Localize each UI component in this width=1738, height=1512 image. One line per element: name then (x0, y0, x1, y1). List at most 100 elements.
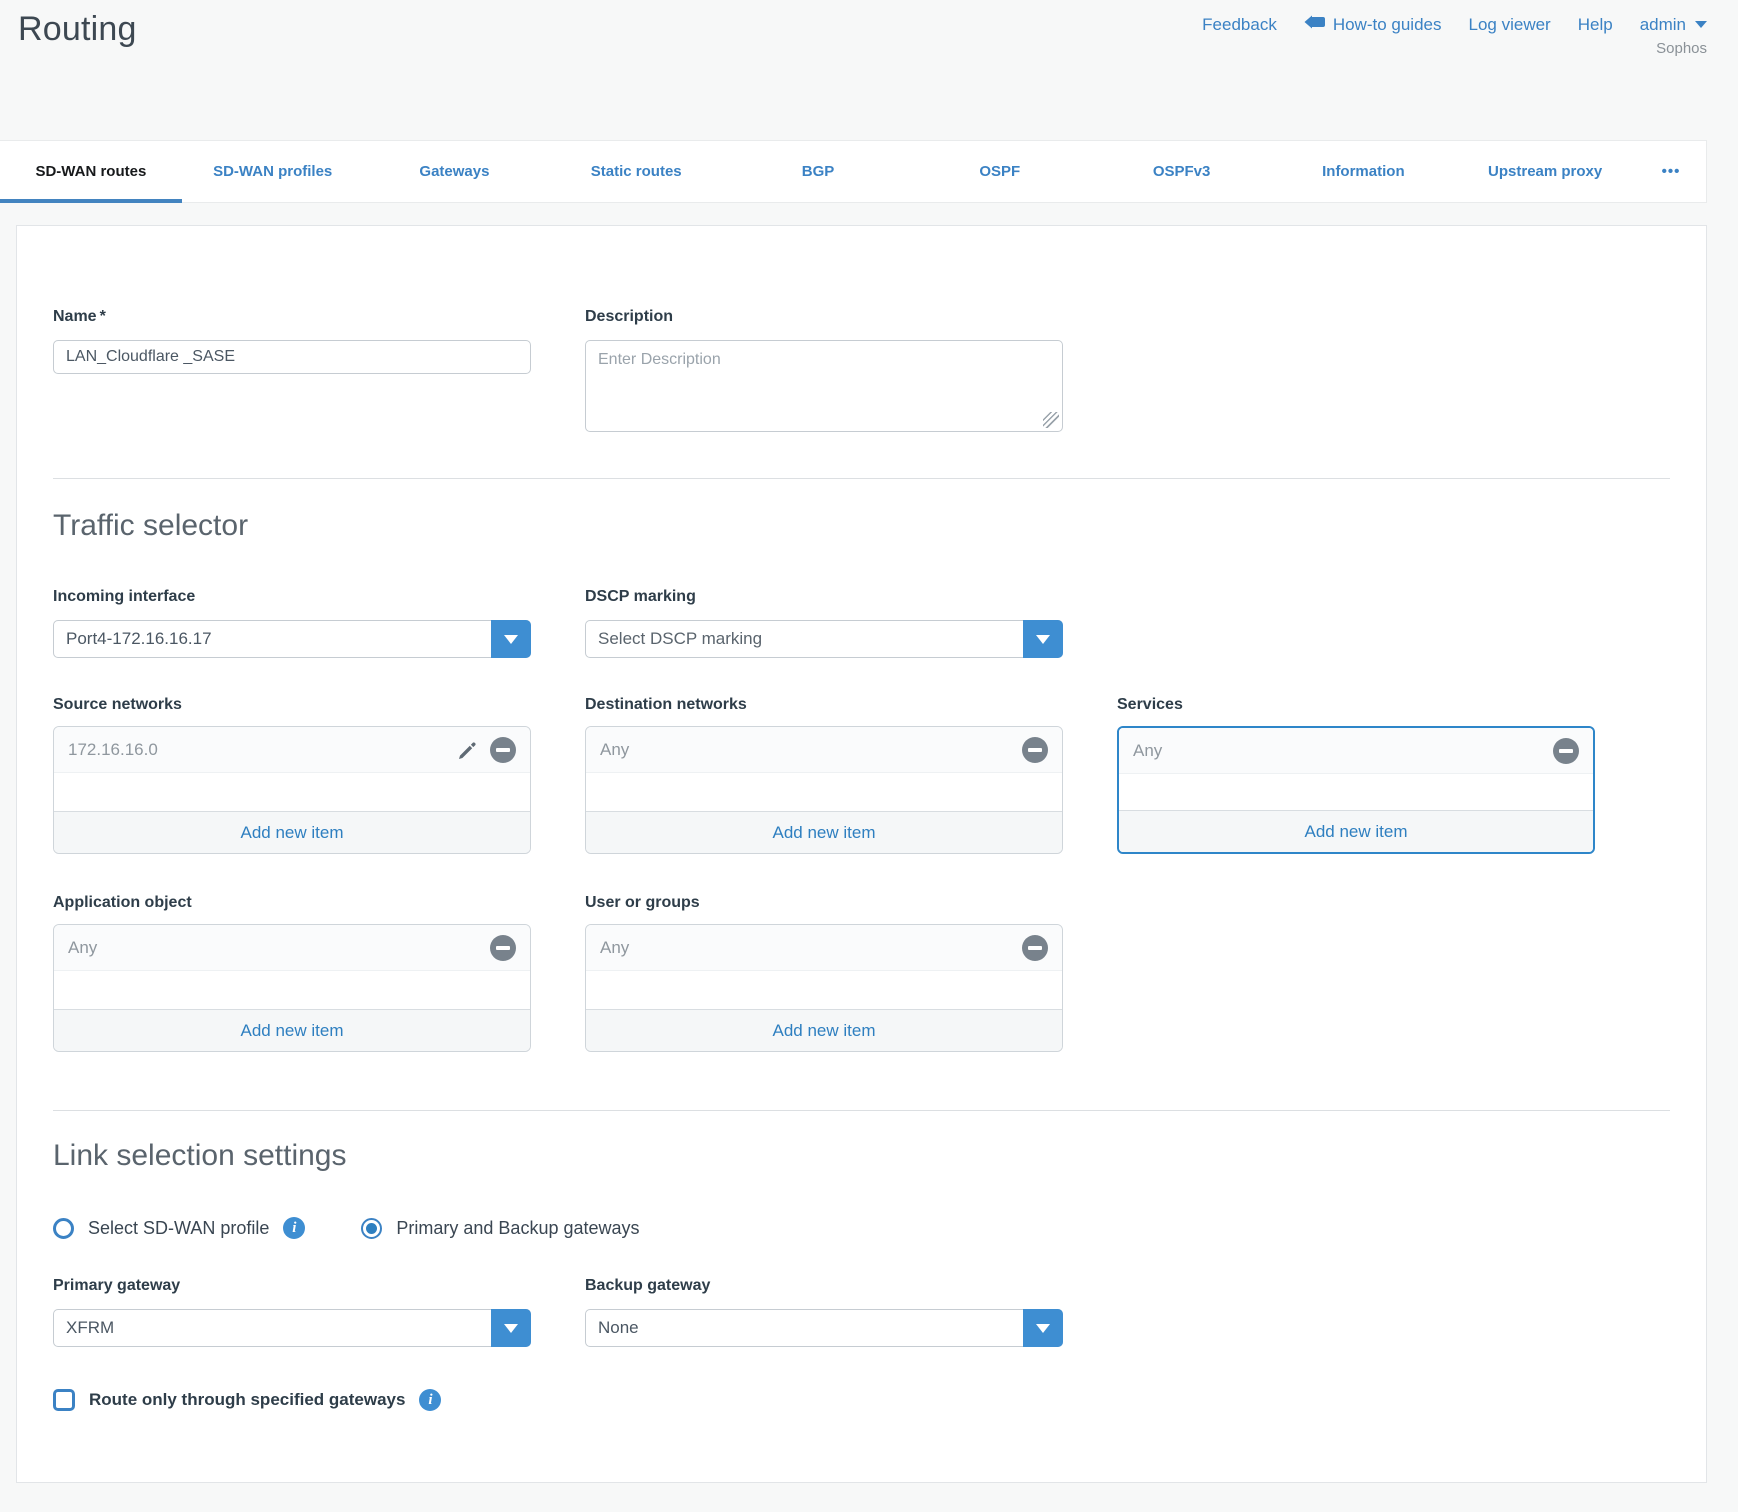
application-object-label: Application object (53, 894, 531, 912)
feedback-link[interactable]: Feedback (1202, 15, 1277, 35)
tab-ospf[interactable]: OSPF (909, 141, 1091, 202)
user-or-groups-listbox: Any Add new item (585, 924, 1063, 1052)
services-listbox: Any Add new item (1117, 726, 1595, 854)
feedback-link-label: Feedback (1202, 15, 1277, 35)
list-item: 172.16.16.0 (54, 727, 530, 773)
remove-item-icon[interactable] (490, 737, 516, 763)
tab-sd-wan-routes[interactable]: SD-WAN routes (0, 141, 182, 202)
name-input[interactable] (53, 340, 531, 374)
sdwan-profile-radio-option[interactable]: Select SD-WAN profile i (53, 1217, 305, 1239)
backup-gateway-value: None (598, 1318, 639, 1338)
primary-backup-radio-option[interactable]: Primary and Backup gateways (361, 1218, 639, 1239)
header-links: Feedback How-to guides Log viewer Help a… (1202, 14, 1707, 35)
remove-item-icon[interactable] (1022, 737, 1048, 763)
dropdown-arrow-icon (491, 1309, 531, 1347)
tab-bgp[interactable]: BGP (727, 141, 909, 202)
traffic-selector-title: Traffic selector (53, 509, 1670, 543)
dscp-marking-select[interactable]: Select DSCP marking (585, 620, 1063, 658)
dropdown-arrow-icon (1023, 620, 1063, 658)
chevron-down-icon (1695, 21, 1707, 28)
list-item-text: Any (600, 740, 629, 760)
log-viewer-link[interactable]: Log viewer (1469, 15, 1551, 35)
route-only-checkbox-label: Route only through specified gateways (89, 1390, 405, 1410)
incoming-interface-label: Incoming interface (53, 588, 531, 606)
tab-upstream-proxy[interactable]: Upstream proxy (1454, 141, 1636, 202)
description-label: Description (585, 308, 1063, 326)
radio-selected-icon[interactable] (361, 1218, 382, 1239)
description-textarea[interactable] (585, 340, 1063, 432)
source-networks-listbox: 172.16.16.0 Add new item (53, 726, 531, 854)
howto-guides-link[interactable]: How-to guides (1304, 14, 1442, 35)
list-item-text: Any (1133, 741, 1162, 761)
list-item-text: Any (68, 938, 97, 958)
list-item-text: 172.16.16.0 (68, 740, 158, 760)
tab-static-routes[interactable]: Static routes (545, 141, 727, 202)
list-item-text: Any (600, 938, 629, 958)
remove-item-icon[interactable] (1022, 935, 1048, 961)
page-header: Routing Feedback How-to guides Log viewe… (0, 0, 1738, 140)
listbox-empty-area (54, 971, 530, 1009)
application-object-listbox: Any Add new item (53, 924, 531, 1052)
remove-item-icon[interactable] (490, 935, 516, 961)
list-item: Any (586, 925, 1062, 971)
link-selection-title: Link selection settings (53, 1139, 1670, 1173)
primary-gateway-value: XFRM (66, 1318, 114, 1338)
tab-sd-wan-profiles[interactable]: SD-WAN profiles (182, 141, 364, 202)
description-field-group: Description (585, 308, 1063, 432)
brand-text: Sophos (1656, 40, 1707, 57)
route-only-checkbox[interactable] (53, 1389, 75, 1411)
info-icon[interactable]: i (283, 1217, 305, 1239)
listbox-empty-area (1119, 774, 1593, 810)
name-label-text: Name (53, 308, 97, 325)
services-label: Services (1117, 696, 1596, 714)
sdwan-profile-radio-label: Select SD-WAN profile (88, 1218, 269, 1239)
dropdown-arrow-icon (491, 620, 531, 658)
help-label: Help (1578, 15, 1613, 35)
tab-ospfv3[interactable]: OSPFv3 (1091, 141, 1273, 202)
section-divider (53, 478, 1670, 479)
listbox-empty-area (586, 773, 1062, 811)
howto-guides-label: How-to guides (1333, 15, 1442, 35)
radio-unselected-icon[interactable] (53, 1218, 74, 1239)
admin-menu-label: admin (1640, 15, 1686, 35)
dropdown-arrow-icon (1023, 1309, 1063, 1347)
destination-networks-listbox: Any Add new item (585, 726, 1063, 854)
required-asterisk: * (100, 308, 106, 325)
video-camera-icon (1304, 14, 1326, 35)
edit-pencil-icon[interactable] (456, 738, 480, 762)
primary-gateway-select[interactable]: XFRM (53, 1309, 531, 1347)
name-field-group: Name* (53, 308, 531, 374)
primary-backup-radio-label: Primary and Backup gateways (396, 1218, 639, 1239)
info-icon[interactable]: i (419, 1389, 441, 1411)
destination-networks-add-button[interactable]: Add new item (586, 811, 1062, 853)
backup-gateway-select[interactable]: None (585, 1309, 1063, 1347)
list-item: Any (54, 925, 530, 971)
incoming-interface-select[interactable]: Port4-172.16.16.17 (53, 620, 531, 658)
incoming-interface-value: Port4-172.16.16.17 (66, 629, 212, 649)
services-add-button[interactable]: Add new item (1119, 810, 1593, 852)
tab-overflow-menu[interactable]: ••• (1636, 141, 1706, 202)
section-divider (53, 1110, 1670, 1111)
tab-gateways[interactable]: Gateways (364, 141, 546, 202)
remove-item-icon[interactable] (1553, 738, 1579, 764)
source-networks-label: Source networks (53, 696, 531, 714)
user-or-groups-label: User or groups (585, 894, 1063, 912)
list-item: Any (1119, 728, 1593, 774)
dscp-marking-value: Select DSCP marking (598, 629, 762, 649)
source-networks-add-button[interactable]: Add new item (54, 811, 530, 853)
list-item: Any (586, 727, 1062, 773)
listbox-empty-area (54, 773, 530, 811)
name-label: Name* (53, 308, 531, 326)
application-object-add-button[interactable]: Add new item (54, 1009, 530, 1051)
sd-wan-route-form-panel: Name* Description Traffic selector Incom… (16, 225, 1707, 1483)
user-or-groups-add-button[interactable]: Add new item (586, 1009, 1062, 1051)
help-link[interactable]: Help (1578, 15, 1613, 35)
admin-menu[interactable]: admin (1640, 15, 1707, 35)
destination-networks-label: Destination networks (585, 696, 1063, 714)
listbox-empty-area (586, 971, 1062, 1009)
log-viewer-label: Log viewer (1469, 15, 1551, 35)
dscp-marking-label: DSCP marking (585, 588, 1063, 606)
routing-tabbar: SD-WAN routes SD-WAN profiles Gateways S… (0, 140, 1707, 203)
tab-information[interactable]: Information (1272, 141, 1454, 202)
primary-gateway-label: Primary gateway (53, 1277, 531, 1295)
